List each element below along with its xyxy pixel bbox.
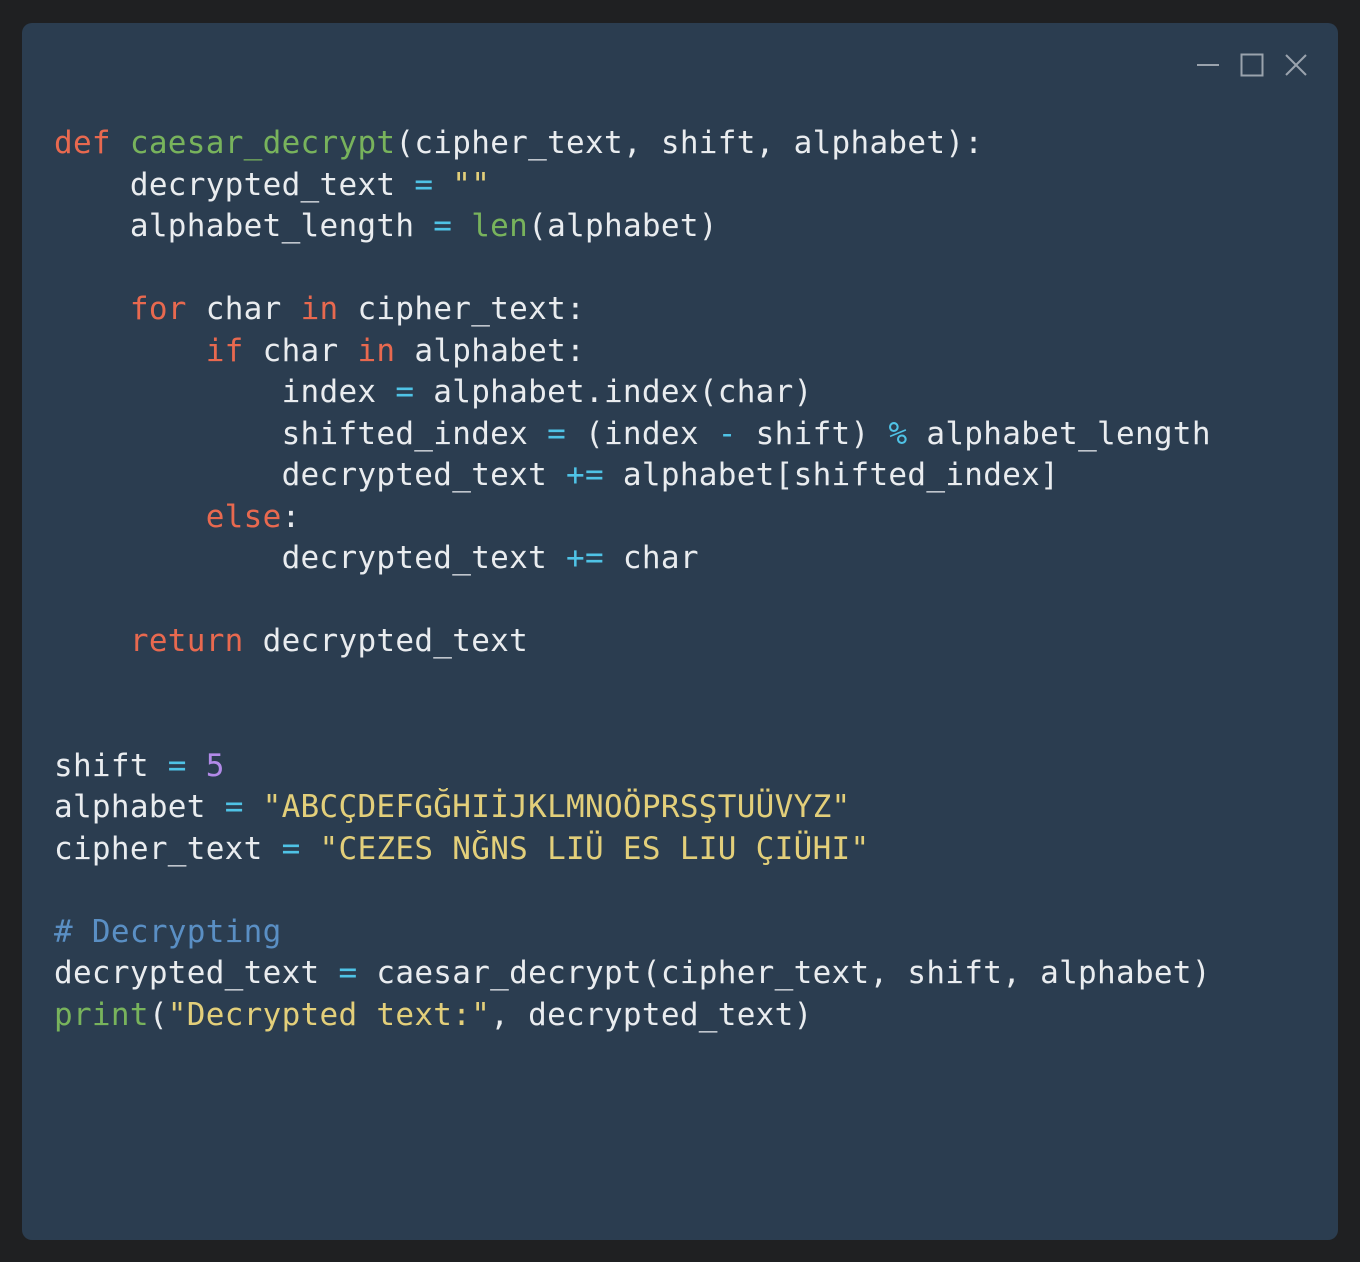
code-text: decrypted_text	[54, 166, 415, 203]
code-line: if char in alphabet:	[54, 331, 1211, 373]
keyword-token: in	[357, 332, 396, 369]
operator-token: =	[433, 208, 453, 244]
code-line: return decrypted_text	[54, 621, 1211, 663]
code-line: alphabet = "ABCÇDEFGĞHIİJKLMNOÖPRSŞTUÜVY…	[54, 787, 1211, 829]
code-text: alphabet.index(char)	[414, 374, 813, 410]
code-line: index = alphabet.index(char)	[54, 372, 1211, 414]
code-line: decrypted_text += alphabet[shifted_index…	[54, 455, 1211, 497]
keyword-token: in	[300, 291, 339, 327]
code-text: decrypted_text	[243, 623, 529, 659]
code-text: (cipher_text, shift, alphabet):	[395, 125, 984, 161]
code-text: :	[281, 498, 301, 535]
operator-token: =	[338, 955, 358, 991]
code-text: (index	[566, 415, 718, 452]
window-controls	[1196, 53, 1308, 77]
code-line: decrypted_text = ""	[54, 165, 1211, 207]
code-line: def caesar_decrypt(cipher_text, shift, a…	[54, 123, 1211, 165]
operator-token: =	[224, 789, 244, 825]
code-line: ​	[54, 248, 1211, 290]
code-text: (	[148, 996, 168, 1033]
operator-token: +=	[566, 540, 604, 576]
code-window: def caesar_decrypt(cipher_text, shift, a…	[22, 23, 1338, 1240]
operator-token: %	[888, 415, 908, 452]
operator-token: =	[395, 374, 415, 410]
keyword-token: else	[205, 498, 282, 535]
code-line: print("Decrypted text:", decrypted_text)	[54, 995, 1211, 1037]
function-token: len	[471, 208, 529, 244]
number-token: 5	[205, 747, 225, 784]
code-block[interactable]: def caesar_decrypt(cipher_text, shift, a…	[54, 123, 1211, 1036]
code-text: caesar_decrypt(cipher_text, shift, alpha…	[357, 955, 1211, 991]
code-text: decrypted_text	[54, 457, 567, 493]
code-line: decrypted_text += char	[54, 538, 1211, 580]
code-line: ​	[54, 704, 1211, 746]
function-token: print	[54, 996, 149, 1033]
code-line: shifted_index = (index - shift) % alphab…	[54, 414, 1211, 456]
code-text: alphabet_length	[54, 208, 434, 244]
comment-token: # Decrypting	[54, 913, 282, 950]
code-text: char	[186, 291, 301, 327]
code-text: alphabet	[54, 789, 225, 825]
code-text: cipher_text	[54, 830, 282, 867]
code-line: ​	[54, 580, 1211, 622]
code-line: else:	[54, 497, 1211, 539]
keyword-token: if	[205, 332, 244, 369]
keyword-token: return	[129, 623, 244, 659]
code-text: alphabet:	[395, 332, 586, 369]
code-line: shift = 5	[54, 746, 1211, 788]
operator-token: =	[547, 415, 567, 452]
code-line: ​	[54, 663, 1211, 705]
code-text: cipher_text:	[338, 291, 586, 327]
code-text: index	[54, 374, 396, 410]
keyword-token: def	[54, 125, 111, 161]
function-token: caesar_decrypt	[129, 125, 396, 161]
code-text: , decrypted_text)	[490, 996, 813, 1033]
code-line: alphabet_length = len(alphabet)	[54, 206, 1211, 248]
code-line: ​	[54, 870, 1211, 912]
code-text: alphabet[shifted_index]	[603, 457, 1060, 493]
code-text: (alphabet)	[528, 208, 718, 244]
operator-token: +=	[566, 457, 604, 493]
code-text: char	[243, 332, 358, 369]
code-text: decrypted_text	[54, 955, 339, 991]
code-line: decrypted_text = caesar_decrypt(cipher_t…	[54, 953, 1211, 995]
close-icon[interactable]	[1284, 53, 1308, 77]
operator-token: -	[717, 415, 737, 452]
code-line: # Decrypting	[54, 912, 1211, 954]
string-token: "CEZES NĞNS LIÜ ES LIU ÇIÜHI"	[319, 830, 870, 867]
minimize-icon[interactable]	[1196, 53, 1220, 77]
code-line: for char in cipher_text:	[54, 289, 1211, 331]
operator-token: =	[281, 830, 301, 867]
string-token: ""	[452, 166, 491, 203]
operator-token: =	[167, 747, 187, 784]
string-token: "ABCÇDEFGĞHIİJKLMNOÖPRSŞTUÜVYZ"	[262, 789, 851, 825]
string-token: "Decrypted text:"	[167, 996, 491, 1033]
code-text: alphabet_length	[907, 415, 1211, 452]
code-line: cipher_text = "CEZES NĞNS LIÜ ES LIU ÇIÜ…	[54, 829, 1211, 871]
code-text: shift	[54, 747, 168, 784]
keyword-token: for	[129, 291, 187, 327]
code-text: char	[603, 540, 699, 576]
code-text: shift)	[736, 415, 889, 452]
maximize-icon[interactable]	[1240, 53, 1264, 77]
code-text: decrypted_text	[54, 540, 567, 576]
operator-token: =	[414, 166, 434, 203]
code-text: shifted_index	[54, 415, 548, 452]
